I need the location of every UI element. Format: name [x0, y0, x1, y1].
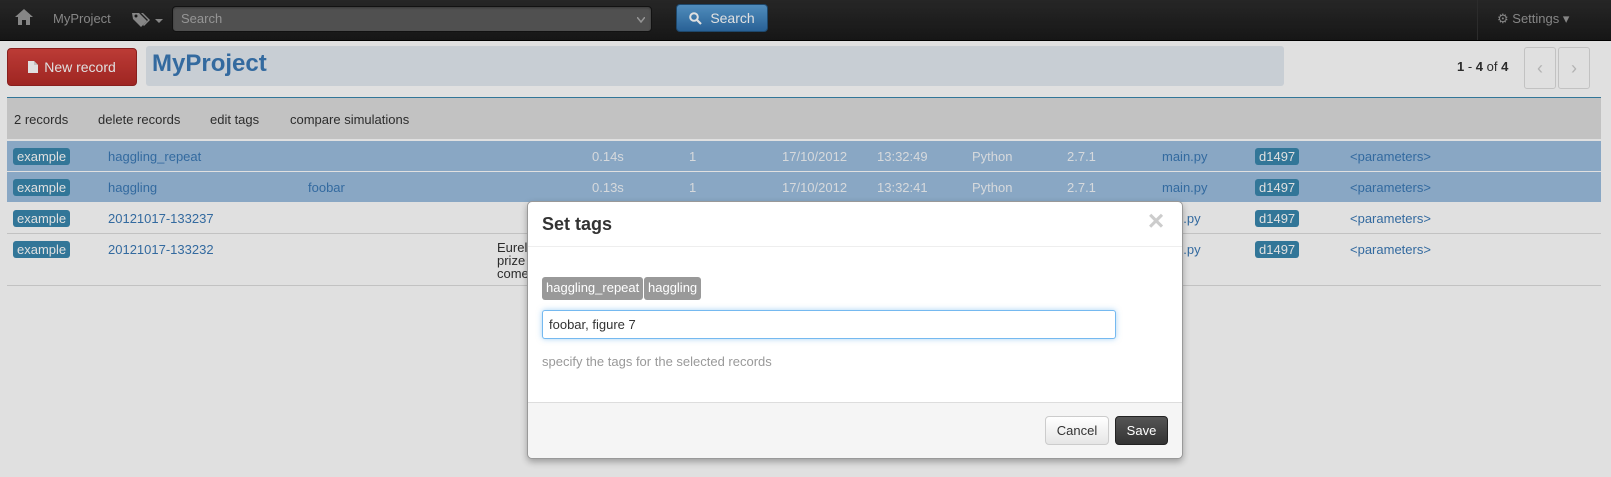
modal-header: Set tags ×: [528, 202, 1182, 247]
existing-tag-chip: haggling_repeat: [542, 277, 644, 300]
save-button[interactable]: Save: [1115, 416, 1168, 445]
close-icon[interactable]: ×: [1144, 207, 1168, 235]
tags-input[interactable]: [542, 310, 1116, 339]
help-text: specify the tags for the selected record…: [542, 354, 772, 369]
cancel-button[interactable]: Cancel: [1045, 416, 1109, 445]
existing-tag-chip: haggling: [644, 277, 702, 300]
modal-footer: Cancel Save: [528, 402, 1182, 458]
set-tags-dialog: Set tags × haggling_repeat haggling spec…: [527, 201, 1183, 459]
modal-title: Set tags: [542, 214, 613, 234]
